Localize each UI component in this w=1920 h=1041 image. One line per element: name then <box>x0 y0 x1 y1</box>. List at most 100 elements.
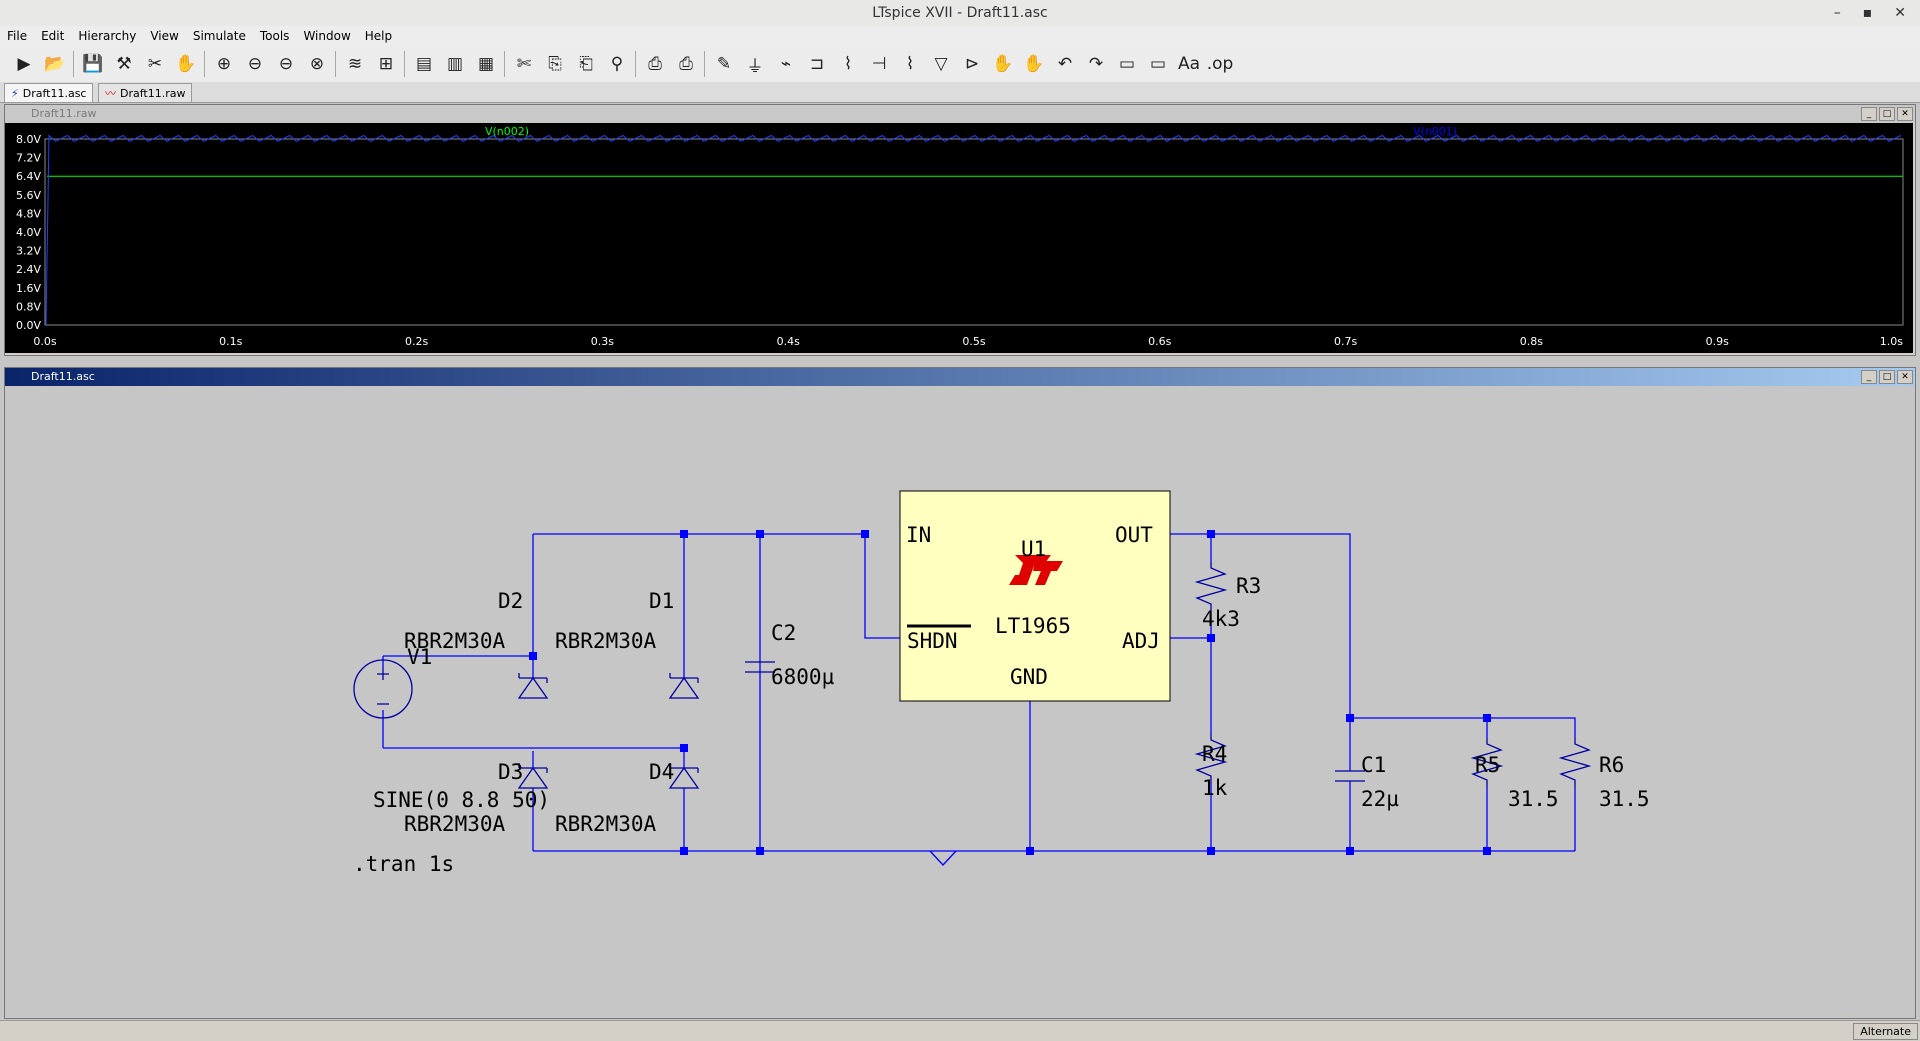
close-icon[interactable]: ✕ <box>1894 0 1906 26</box>
schematic-canvas[interactable]: D2 D1 RBR2M30A RBR2M30A V1 D3 D4 SINE(0 … <box>5 386 1913 1016</box>
junction-dot <box>861 530 869 538</box>
x-tick-label: 0.8s <box>1520 335 1543 348</box>
resistor-r3[interactable] <box>1194 562 1228 612</box>
y-tick-label: 0.0V <box>16 319 41 332</box>
c1-ref: C1 <box>1361 753 1386 777</box>
y-tick-label: 4.8V <box>16 207 41 220</box>
window-close-icon[interactable]: ✕ <box>1897 370 1913 384</box>
toolbar-separator <box>704 51 705 77</box>
toolbar: ▶ 📂 💾 ⚒ ✂ ✋ ⊕ ⊖ ⊖ ⊗ ≋ ⊞ ▤ ▥ ▦ ✄ ⎘ ⎗ ⚲ ⎙ ⎙ ✎ ⏚ ⌁ ⊐ ⌇ ⊣ ⌇ ▽ ⊳ ✋ ✋ ↶ ↷ ▭ ▭ Aa .o… <box>0 46 1920 82</box>
y-tick-label: 4.0V <box>16 226 41 239</box>
menu-file[interactable]: File <box>0 29 34 43</box>
window-restore-icon[interactable]: □ <box>1879 107 1895 121</box>
d1-ref: D1 <box>649 589 674 613</box>
menu-view[interactable]: View <box>143 29 185 43</box>
junction-dot <box>1207 530 1215 538</box>
toolbar-separator <box>73 51 74 77</box>
toolbar-button-icon[interactable]: ⊖ <box>243 51 267 77</box>
toolbar-separator <box>635 51 636 77</box>
toolbar-button-icon[interactable]: ⊖ <box>274 51 298 77</box>
toolbar-button-icon[interactable]: ⊣ <box>867 51 891 77</box>
toolbar-button-icon[interactable]: ⎙ <box>643 51 667 77</box>
toolbar-button-icon[interactable]: ⌇ <box>898 51 922 77</box>
toolbar-button-icon[interactable]: ▶ <box>12 51 36 77</box>
toolbar-button-icon[interactable]: ⊗ <box>305 51 329 77</box>
toolbar-button-icon[interactable]: ✋ <box>1022 51 1046 77</box>
toolbar-button-icon[interactable]: ✋ <box>174 51 198 77</box>
toolbar-button-icon[interactable]: ⊐ <box>805 51 829 77</box>
y-tick-label: 6.4V <box>16 170 41 183</box>
toolbar-button-icon[interactable]: 💾 <box>81 51 105 77</box>
toolbar-button-icon[interactable]: ⚒ <box>112 51 136 77</box>
toolbar-button-icon[interactable]: ↷ <box>1084 51 1108 77</box>
menu-edit[interactable]: Edit <box>34 29 71 43</box>
toolbar-button-icon[interactable]: ✂ <box>143 51 167 77</box>
toolbar-button-icon[interactable]: ✄ <box>512 51 536 77</box>
toolbar-button-icon[interactable]: ≋ <box>343 51 367 77</box>
y-tick-label: 2.4V <box>16 263 41 276</box>
ground-symbol <box>929 850 957 866</box>
x-tick-label: 0.6s <box>1148 335 1171 348</box>
d3-ref: D3 <box>498 760 523 784</box>
toolbar-button-icon[interactable]: ⏚ <box>743 51 767 77</box>
tab-draft11-asc[interactable]: ⚡ Draft11.asc <box>4 83 94 102</box>
window-restore-icon[interactable]: □ <box>1879 370 1895 384</box>
status-mode: Alternate <box>1853 1023 1918 1040</box>
toolbar-separator <box>404 51 405 77</box>
toolbar-button-icon[interactable]: 📂 <box>43 51 67 77</box>
toolbar-button-icon[interactable]: ⊳ <box>960 51 984 77</box>
menu-help[interactable]: Help <box>358 29 399 43</box>
junction-dot <box>1483 714 1491 722</box>
toolbar-button-icon[interactable]: ⌁ <box>774 51 798 77</box>
pin-out-label: OUT <box>1115 523 1153 547</box>
toolbar-button-icon[interactable]: ▭ <box>1146 51 1170 77</box>
menu-hierarchy[interactable]: Hierarchy <box>71 29 143 43</box>
toolbar-button-icon[interactable]: ✋ <box>991 51 1015 77</box>
toolbar-button-icon[interactable]: .op <box>1207 51 1234 77</box>
minimize-icon[interactable]: – <box>1834 0 1841 26</box>
toolbar-button-icon[interactable]: ⊕ <box>212 51 236 77</box>
x-tick-label: 0.0s <box>33 335 56 348</box>
window-close-icon[interactable]: ✕ <box>1897 107 1913 121</box>
tran-directive[interactable]: .tran 1s <box>353 852 454 876</box>
resistor-r6[interactable] <box>1558 738 1592 788</box>
waveform-plot[interactable]: V(n002) V(n001) 8.0V7.2V6.4V5.6V4.8V4.0V… <box>5 123 1913 353</box>
voltage-source-v1[interactable] <box>353 659 413 719</box>
toolbar-separator <box>335 51 336 77</box>
toolbar-button-icon[interactable]: ⎗ <box>574 51 598 77</box>
maximize-icon[interactable]: ▪ <box>1863 0 1873 26</box>
d4-ref: D4 <box>649 760 674 784</box>
toolbar-button-icon[interactable]: ⎙ <box>674 51 698 77</box>
schematic-icon: ⚡ <box>11 86 19 100</box>
pin-adj-label: ADJ <box>1122 629 1160 653</box>
toolbar-button-icon[interactable]: ↶ <box>1053 51 1077 77</box>
toolbar-button-icon[interactable]: ⚲ <box>605 51 629 77</box>
toolbar-button-icon[interactable]: ▥ <box>443 51 467 77</box>
toolbar-button-icon[interactable]: ▦ <box>474 51 498 77</box>
junction-dot <box>1207 634 1215 642</box>
window-minimize-icon[interactable]: _ <box>1861 370 1877 384</box>
tab-draft11-raw[interactable]: 〰 Draft11.raw <box>98 83 193 102</box>
x-tick-label: 0.1s <box>219 335 242 348</box>
r6-ref: R6 <box>1599 753 1624 777</box>
window-minimize-icon[interactable]: _ <box>1861 107 1877 121</box>
toolbar-button-icon[interactable]: ▤ <box>412 51 436 77</box>
menu-simulate[interactable]: Simulate <box>186 29 253 43</box>
toolbar-button-icon[interactable]: ⎘ <box>543 51 567 77</box>
toolbar-button-icon[interactable]: ▽ <box>929 51 953 77</box>
schematic-window-title: Draft11.asc _ □ ✕ <box>5 368 1915 386</box>
waveform-window-title-text: Draft11.raw <box>31 107 97 120</box>
toolbar-button-icon[interactable]: ✎ <box>712 51 736 77</box>
menu-window[interactable]: Window <box>296 29 357 43</box>
status-bar: Alternate <box>0 1020 1920 1041</box>
d4-value: RBR2M30A <box>555 812 657 836</box>
toolbar-button-icon[interactable]: ⊞ <box>374 51 398 77</box>
menu-tools[interactable]: Tools <box>253 29 297 43</box>
waveform-window: Draft11.raw _ □ ✕ V(n002) V(n001) 8.0V 7.… <box>4 104 1916 356</box>
toolbar-button-icon[interactable]: Aa <box>1177 51 1201 77</box>
junction-dot <box>680 530 688 538</box>
toolbar-button-icon[interactable]: ⌇ <box>836 51 860 77</box>
toolbar-button-icon[interactable]: ▭ <box>1115 51 1139 77</box>
junction-dot <box>1026 847 1034 855</box>
window-title: LTspice XVII - Draft11.asc <box>872 5 1048 21</box>
